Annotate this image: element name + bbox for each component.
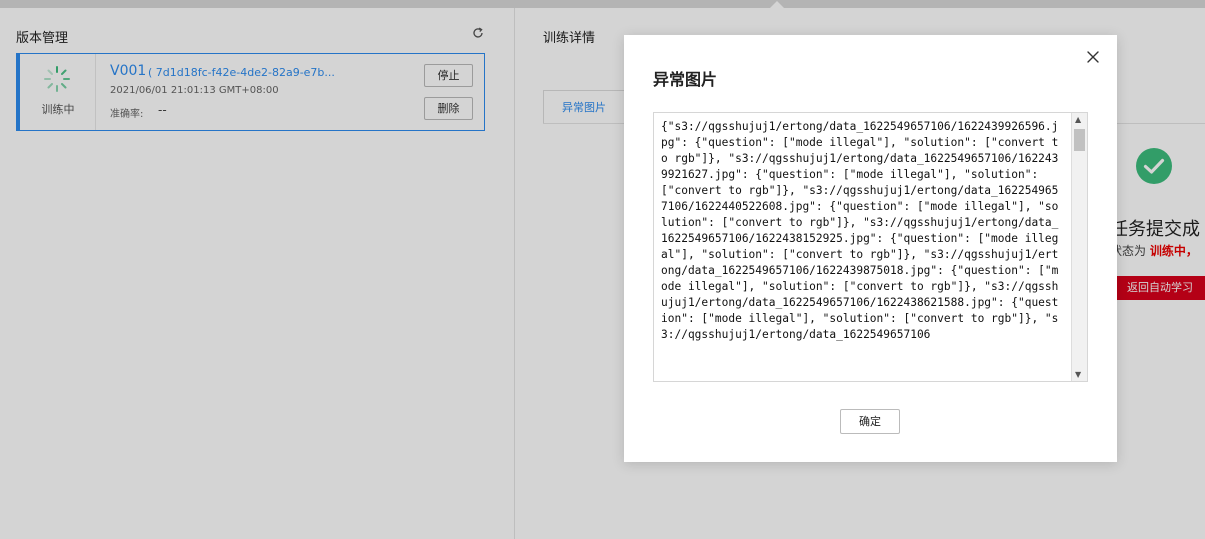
close-icon[interactable]: [1086, 50, 1100, 64]
scroll-up-icon[interactable]: ▲: [1075, 115, 1081, 124]
scroll-down-icon[interactable]: ▼: [1075, 370, 1081, 379]
dialog-title: 异常图片: [653, 70, 718, 89]
abnormal-images-textarea[interactable]: {"s3://qgsshujuj1/ertong/data_1622549657…: [653, 112, 1088, 382]
textarea-scrollbar[interactable]: ▲ ▼: [1071, 113, 1087, 381]
abnormal-images-content: {"s3://qgsshujuj1/ertong/data_1622549657…: [661, 120, 1059, 341]
scroll-thumb[interactable]: [1074, 129, 1085, 151]
abnormal-images-dialog: 异常图片 {"s3://qgsshujuj1/ertong/data_16225…: [624, 35, 1117, 462]
confirm-button[interactable]: 确定: [840, 409, 900, 434]
